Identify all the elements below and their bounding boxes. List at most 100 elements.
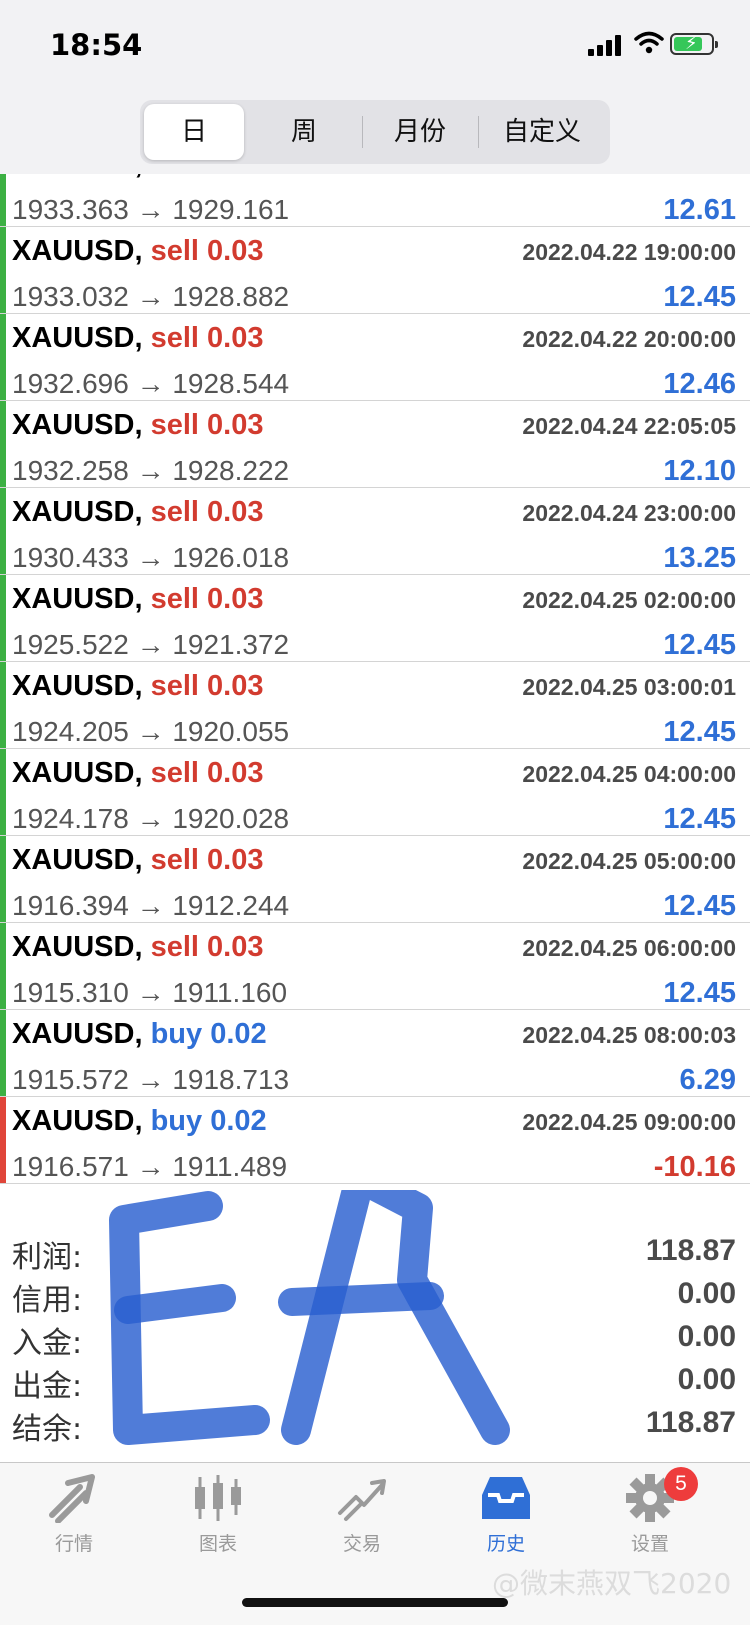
deal-time: 2022.04.22 19:00:00 — [522, 239, 736, 265]
summary-value: 0.00 — [677, 1320, 736, 1353]
deal-time: 2022.04.25 02:00:00 — [522, 587, 736, 613]
summary-label: 结余: — [12, 1412, 83, 1447]
summary-label: 入金: — [12, 1326, 83, 1361]
account-summary: 利润: 118.87 信用: 0.00 入金: 0.00 出金: 0.00 结余: 118.87 — [0, 1226, 750, 1462]
status-bar: 18:54 ⚡ — [0, 0, 750, 92]
deal-status-bar — [0, 662, 6, 748]
deal-side: buy 0.02 — [150, 1018, 267, 1050]
deal-time: 2022.04.24 22:05:05 — [522, 413, 736, 439]
deal-profit: 12.46 — [663, 368, 736, 400]
filter-day[interactable]: 日 — [144, 104, 244, 160]
deal-side: sell 0.03 — [150, 583, 264, 615]
tab-history-label: 历史 — [486, 1533, 525, 1555]
deal-symbol: XAUUSD, sell 0.03 — [12, 844, 264, 876]
watermark: @微末燕双飞2020 — [492, 1567, 732, 1600]
history-header: 日 周 月份 自定义 — [0, 92, 750, 174]
deal-symbol: XAUUSD, sell 0.03 — [12, 931, 264, 963]
deal-status-bar — [0, 314, 6, 400]
cellular-signal-icon — [588, 34, 626, 56]
summary-row: 信用: 0.00 — [0, 1275, 750, 1319]
wifi-icon — [634, 31, 664, 54]
deal-prices: 1933.032 → 1928.882 — [12, 281, 290, 312]
deal-row[interactable]: XAUUSD, sell 0.03 2022.04.25 04:00:00 1924… — [0, 749, 750, 836]
deal-prices: 1916.394 → 1912.244 — [12, 890, 290, 921]
deal-prices: 1933.363 → 1929.161 — [12, 194, 290, 225]
deal-row[interactable]: XAUUSD, sell 0.03 2022.04.25 05:00:00 1916… — [0, 836, 750, 923]
deal-side: sell 0.03 — [150, 931, 264, 963]
deal-profit: 12.45 — [663, 803, 736, 835]
deal-symbol: XAUUSD, sell 0.03 — [12, 757, 264, 789]
deal-status-bar — [0, 401, 6, 487]
tab-trade[interactable]: 交易 — [302, 1473, 422, 1573]
deal-status-bar — [0, 1097, 6, 1183]
deal-symbol: XAUUSD, sell 0.03 — [12, 322, 264, 354]
tab-settings-label: 设置 — [630, 1533, 669, 1555]
deal-profit: 12.45 — [663, 716, 736, 748]
deal-status-bar — [0, 923, 6, 1009]
summary-label: 出金: — [12, 1369, 83, 1404]
deal-time: 2022.04.25 03:00:01 — [522, 674, 736, 700]
deal-prices: 1930.433 → 1926.018 — [12, 542, 290, 573]
deal-row[interactable]: XAUUSD, sell 0.03 2022.04.24 22:05:05 1932… — [0, 401, 750, 488]
deal-side: sell 0.03 — [150, 757, 264, 789]
deal-side: sell 0.03 — [151, 174, 264, 180]
deal-status-bar — [0, 575, 6, 661]
filter-week[interactable]: 周 — [250, 104, 358, 160]
deal-time: 2022.04.25 04:00:00 — [522, 761, 736, 787]
tab-history[interactable]: 历史 — [446, 1473, 566, 1573]
tab-settings[interactable]: 5 设置 — [590, 1467, 710, 1573]
segment-divider — [362, 116, 363, 148]
filter-custom[interactable]: 自定义 — [482, 104, 602, 160]
summary-label: 利润: — [12, 1240, 83, 1275]
deal-row[interactable]: XAUUSD, sell 0.03 2022.04.25 02:00:00 1925… — [0, 575, 750, 662]
tab-charts-label: 图表 — [198, 1533, 237, 1555]
deal-prices: 1916.571 → 1911.489 — [12, 1151, 288, 1182]
summary-value: 118.87 — [645, 1406, 736, 1439]
summary-row: 结余: 118.87 — [0, 1404, 750, 1448]
deal-time: 2022.04.24 23:00:00 — [522, 500, 736, 526]
deal-symbol: XAUUSD, sell 0.03 — [12, 174, 263, 181]
deal-profit: 12.45 — [663, 890, 736, 922]
deal-row[interactable]: XAUUSD, sell 0.03 2022.04.24 23:00:00 1930… — [0, 488, 750, 575]
deal-profit: 12.45 — [663, 281, 736, 313]
trade-icon — [338, 1479, 386, 1521]
deal-side: sell 0.03 — [150, 670, 264, 702]
deal-row[interactable]: XAUUSD, sell 0.03 2022.04.22 20:00:00 1932… — [0, 314, 750, 401]
deal-time: 2022.04.25 09:00:00 — [522, 1109, 736, 1135]
tab-quotes-label: 行情 — [54, 1533, 93, 1555]
tab-charts[interactable]: 图表 — [158, 1473, 278, 1573]
deal-row[interactable]: XAUUSD, sell 0.03 2022.04.25 03:00:01 1924… — [0, 662, 750, 749]
summary-value: 118.87 — [645, 1234, 736, 1267]
deal-symbol: XAUUSD, sell 0.03 — [12, 409, 264, 441]
deal-symbol: XAUUSD, sell 0.03 — [12, 583, 264, 615]
deal-row[interactable]: XAUUSD, sell 0.03 2022.04.22 19:00:00 1933… — [0, 227, 750, 314]
deal-side: sell 0.03 — [150, 235, 264, 267]
deal-time: 2022.04.25 06:00:00 — [522, 935, 736, 961]
deal-profit: 12.45 — [663, 629, 736, 661]
deal-row[interactable]: XAUUSD, buy 0.02 2022.04.25 09:00:00 1916.… — [0, 1097, 750, 1184]
deal-symbol: XAUUSD, buy 0.02 — [12, 1105, 267, 1137]
deal-status-bar — [0, 749, 6, 835]
segment-divider — [478, 116, 479, 148]
deal-time: 2022.04.25 08:00:03 — [522, 1022, 736, 1048]
deal-side: sell 0.03 — [150, 844, 264, 876]
tab-quotes[interactable]: 行情 — [14, 1473, 134, 1573]
summary-row: 出金: 0.00 — [0, 1361, 750, 1405]
deal-time: 2022.04.22 20:00:00 — [522, 326, 736, 352]
home-indicator[interactable] — [242, 1598, 508, 1607]
deal-profit: 12.45 — [663, 977, 736, 1009]
deal-symbol: XAUUSD, sell 0.03 — [12, 235, 264, 267]
deal-row[interactable]: XAUUSD, sell 0.03 1933.363 → 1929.161 12.6… — [0, 174, 750, 227]
deal-row[interactable]: XAUUSD, sell 0.03 2022.04.25 06:00:00 1915… — [0, 923, 750, 1010]
summary-value: 0.00 — [677, 1277, 736, 1310]
deal-status-bar — [0, 174, 6, 226]
notification-badge: 5 — [664, 1467, 698, 1501]
deal-profit: 13.25 — [663, 542, 736, 574]
deal-prices: 1932.258 → 1928.222 — [12, 455, 290, 486]
filter-month[interactable]: 月份 — [366, 104, 474, 160]
deal-status-bar — [0, 488, 6, 574]
period-segmented-control: 日 周 月份 自定义 — [140, 100, 610, 164]
quotes-icon — [49, 1474, 95, 1523]
deal-list[interactable]: XAUUSD, sell 0.03 1933.363 → 1929.161 12.6… — [0, 174, 750, 1226]
deal-row[interactable]: XAUUSD, buy 0.02 2022.04.25 08:00:03 1915.… — [0, 1010, 750, 1097]
